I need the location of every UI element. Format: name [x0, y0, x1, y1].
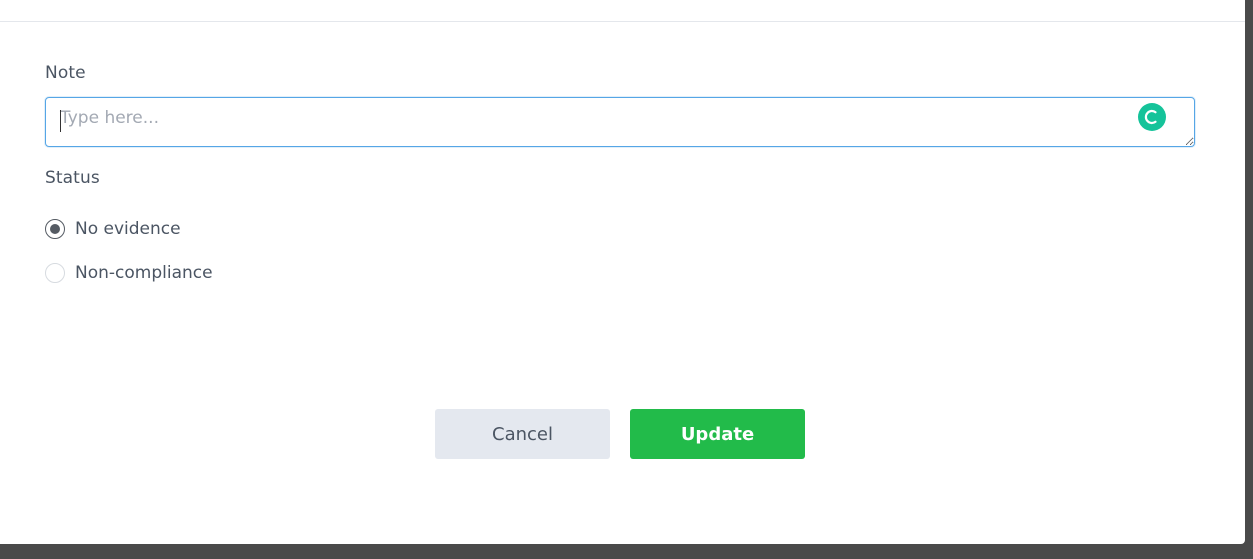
- radio-dot: [50, 224, 60, 234]
- header-divider: [0, 21, 1245, 22]
- update-button[interactable]: Update: [630, 409, 805, 459]
- status-option-non-compliance[interactable]: Non-compliance: [45, 261, 213, 285]
- grammar-assistant-icon[interactable]: [1138, 103, 1166, 131]
- radio-button-checked[interactable]: [45, 219, 65, 239]
- assistant-glyph-icon: [1144, 109, 1157, 125]
- status-option-label: No evidence: [75, 219, 181, 239]
- status-option-label: Non-compliance: [75, 263, 213, 283]
- edit-status-dialog: Note Status No evidence Non-compliance C…: [0, 0, 1245, 544]
- status-option-no-evidence[interactable]: No evidence: [45, 217, 181, 241]
- radio-button-unchecked[interactable]: [45, 263, 65, 283]
- status-label: Status: [45, 168, 100, 188]
- note-field-wrapper: [45, 97, 1195, 147]
- cancel-button[interactable]: Cancel: [435, 409, 610, 459]
- note-label: Note: [45, 63, 86, 83]
- text-caret: [60, 110, 61, 132]
- note-textarea[interactable]: [45, 97, 1195, 147]
